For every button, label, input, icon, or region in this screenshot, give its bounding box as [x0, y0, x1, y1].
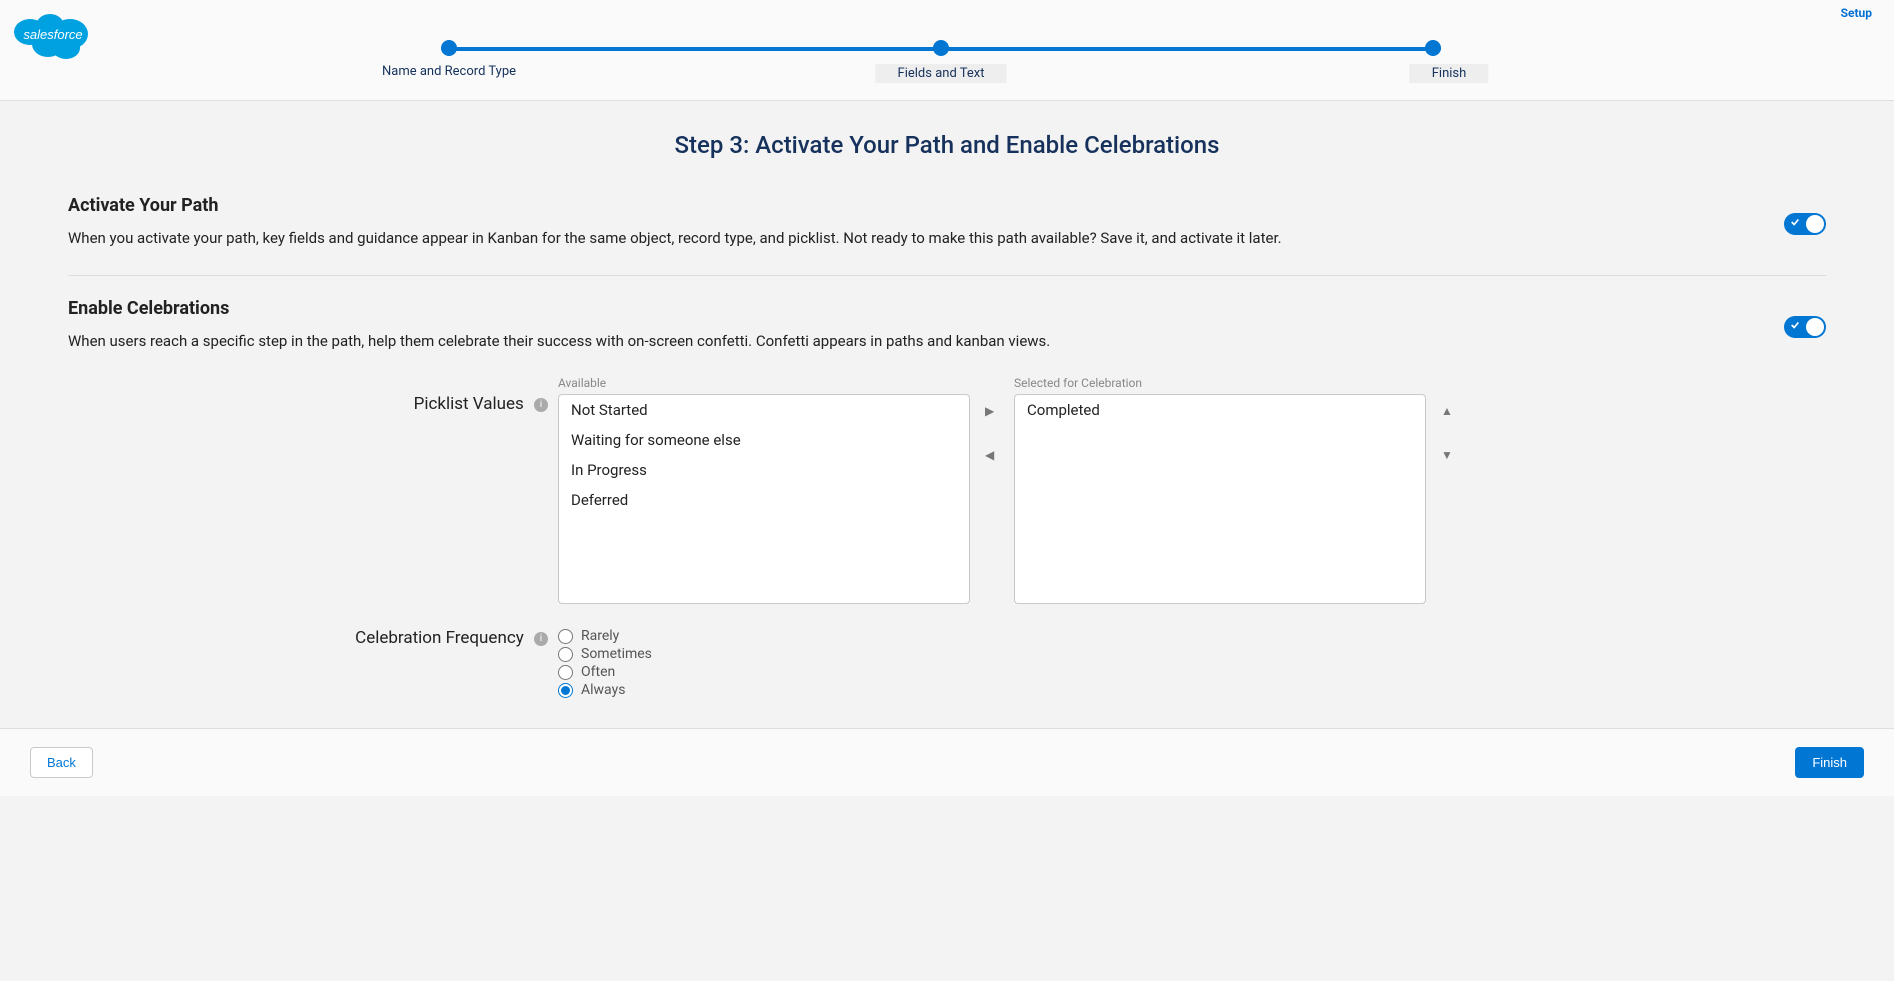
radio-label: Often — [581, 664, 615, 680]
logo-text: salesforce — [23, 27, 82, 42]
list-item[interactable]: Completed — [1015, 395, 1425, 425]
available-label: Available — [558, 376, 970, 390]
activate-path-section: Activate Your Path When you activate you… — [68, 195, 1826, 249]
picklist-values-row: Picklist Values i Available Not Started … — [68, 376, 1826, 604]
frequency-option-often[interactable]: Often — [558, 664, 652, 680]
finish-button[interactable]: Finish — [1795, 747, 1864, 778]
radio-input[interactable] — [558, 647, 573, 662]
available-listbox[interactable]: Not Started Waiting for someone else In … — [558, 394, 970, 604]
header: salesforce Setup Name and Record Type Fi… — [0, 0, 1894, 101]
progress-step-3-label: Finish — [1410, 64, 1489, 83]
radio-input[interactable] — [558, 629, 573, 644]
list-item[interactable]: Waiting for someone else — [559, 425, 969, 455]
info-icon[interactable]: i — [534, 398, 548, 412]
list-item[interactable]: Deferred — [559, 485, 969, 515]
celebrations-description: When users reach a specific step in the … — [68, 331, 1744, 352]
progress-step-2-label: Fields and Text — [876, 64, 1007, 83]
footer: Back Finish — [0, 728, 1894, 796]
enable-celebrations-section: Enable Celebrations When users reach a s… — [68, 298, 1826, 352]
move-right-button[interactable]: ▶ — [985, 404, 999, 418]
celebrations-toggle[interactable] — [1784, 316, 1826, 338]
check-icon — [1790, 320, 1800, 330]
progress-step-1-node[interactable] — [441, 40, 457, 56]
list-item[interactable]: Not Started — [559, 395, 969, 425]
list-item[interactable]: In Progress — [559, 455, 969, 485]
progress-step-2-node[interactable] — [933, 40, 949, 56]
info-icon[interactable]: i — [534, 632, 548, 646]
radio-input[interactable] — [558, 665, 573, 680]
setup-link[interactable]: Setup — [1841, 6, 1872, 20]
frequency-radio-group: Rarely Sometimes Often Always — [558, 628, 652, 698]
radio-input[interactable] — [558, 683, 573, 698]
activate-toggle[interactable] — [1784, 213, 1826, 235]
celebrations-heading: Enable Celebrations — [68, 298, 1744, 319]
progress-step-1-label: Name and Record Type — [382, 64, 516, 79]
move-down-button[interactable]: ▼ — [1441, 448, 1455, 462]
move-up-button[interactable]: ▲ — [1441, 404, 1455, 418]
divider — [68, 275, 1826, 276]
main-content: Step 3: Activate Your Path and Enable Ce… — [0, 101, 1894, 728]
salesforce-logo: salesforce — [8, 4, 98, 70]
celebration-frequency-label: Celebration Frequency — [355, 628, 524, 648]
back-button[interactable]: Back — [30, 747, 93, 778]
radio-label: Rarely — [581, 628, 619, 644]
frequency-option-sometimes[interactable]: Sometimes — [558, 646, 652, 662]
frequency-option-always[interactable]: Always — [558, 682, 652, 698]
selected-label: Selected for Celebration — [1014, 376, 1426, 390]
progress-indicator: Name and Record Type Fields and Text Fin… — [441, 6, 1441, 84]
frequency-option-rarely[interactable]: Rarely — [558, 628, 652, 644]
check-icon — [1790, 217, 1800, 227]
selected-listbox[interactable]: Completed — [1014, 394, 1426, 604]
page-title: Step 3: Activate Your Path and Enable Ce… — [68, 131, 1826, 159]
celebration-frequency-row: Celebration Frequency i Rarely Sometimes… — [68, 628, 1826, 698]
activate-description: When you activate your path, key fields … — [68, 228, 1744, 249]
activate-heading: Activate Your Path — [68, 195, 1744, 216]
progress-step-3-node[interactable] — [1425, 40, 1441, 56]
move-left-button[interactable]: ◀ — [985, 448, 999, 462]
radio-label: Sometimes — [581, 646, 652, 662]
picklist-values-label: Picklist Values — [414, 394, 524, 414]
radio-label: Always — [581, 682, 625, 698]
